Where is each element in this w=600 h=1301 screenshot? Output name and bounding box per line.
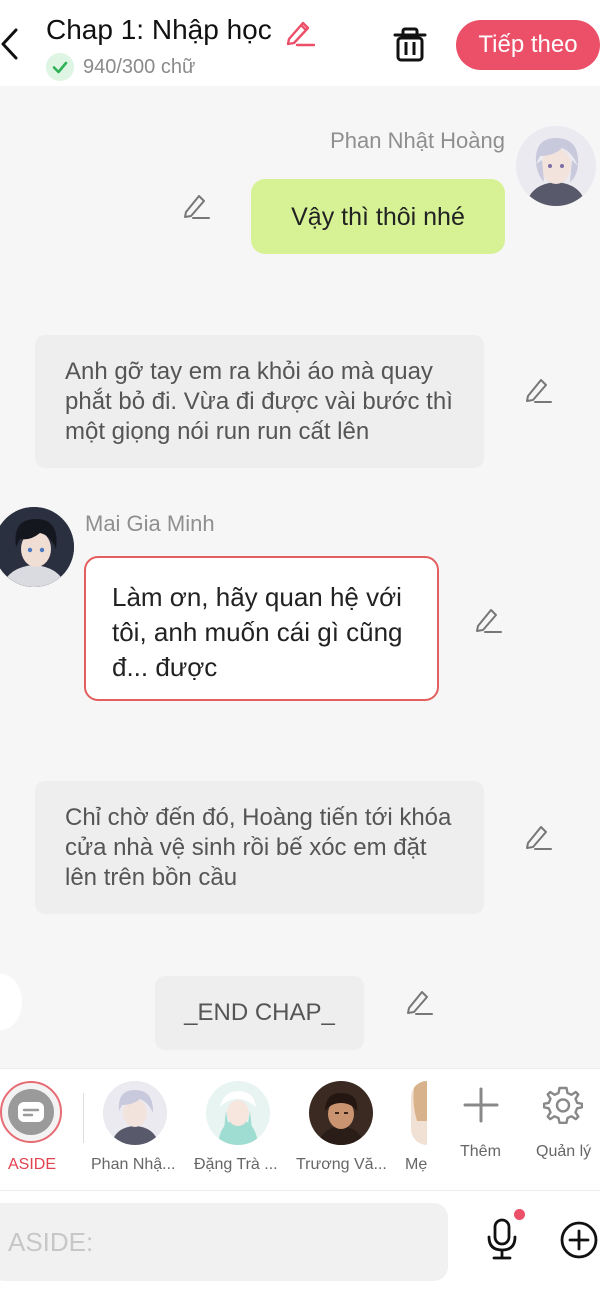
- character-label: Đặng Trà ...: [194, 1156, 278, 1173]
- avatar-mai-gia-minh[interactable]: [0, 507, 74, 587]
- edit-pencil-icon[interactable]: [523, 821, 553, 851]
- trash-icon[interactable]: [392, 26, 428, 64]
- chat-area: Phan Nhật Hoàng Vậy thì thôi nhé Anh gỡ …: [0, 86, 600, 1068]
- edit-pencil-icon[interactable]: [523, 374, 553, 404]
- settings-gear-icon[interactable]: [543, 1085, 583, 1125]
- narration-bubble[interactable]: Anh gỡ tay em ra khỏi áo mà quay phắt bỏ…: [35, 335, 484, 468]
- character-avatar-dang-tra[interactable]: [206, 1081, 270, 1145]
- top-bar: Chap 1: Nhập học 940/300 chữ Tiếp theo: [0, 0, 600, 86]
- microphone-icon[interactable]: [482, 1217, 522, 1261]
- chapter-title[interactable]: Chap 1: Nhập học: [46, 14, 272, 46]
- narration-bubble[interactable]: Chỉ chờ đến đó, Hoàng tiến tới khóa cửa …: [35, 781, 484, 914]
- add-character-plus-icon[interactable]: [461, 1085, 501, 1125]
- divider: [83, 1093, 84, 1143]
- edit-pencil-icon[interactable]: [404, 986, 434, 1016]
- partial-avatar: [0, 974, 22, 1030]
- manage-label[interactable]: Quản lý: [536, 1143, 591, 1161]
- end-chapter-bubble[interactable]: _END CHAP_: [155, 976, 364, 1050]
- add-circle-icon[interactable]: [559, 1220, 599, 1260]
- add-character-label[interactable]: Thêm: [460, 1143, 501, 1161]
- sender-name: Phan Nhật Hoàng: [330, 128, 505, 153]
- character-avatar-truong[interactable]: [309, 1081, 373, 1145]
- aside-icon: [8, 1089, 54, 1135]
- character-label: Trương Vă...: [296, 1156, 387, 1173]
- message-bubble-right[interactable]: Vậy thì thôi nhé: [251, 179, 505, 254]
- next-chapter-button[interactable]: Tiếp theo: [456, 20, 600, 70]
- input-bar: [0, 1190, 600, 1301]
- character-avatar-me[interactable]: [411, 1081, 427, 1145]
- recording-dot: [514, 1209, 525, 1220]
- avatar-phan-nhat-hoang[interactable]: [516, 126, 596, 206]
- character-label: Mẹ: [405, 1156, 427, 1173]
- edit-pencil-icon[interactable]: [473, 604, 503, 634]
- character-selector: ASIDE Phan Nhậ... Đặng Trà ... Trương Vă…: [0, 1068, 600, 1190]
- back-chevron-icon[interactable]: [0, 24, 22, 64]
- message-input[interactable]: [0, 1203, 448, 1281]
- aside-label: ASIDE: [8, 1156, 57, 1173]
- character-label: Phan Nhậ...: [91, 1156, 176, 1173]
- edit-pencil-icon[interactable]: [181, 190, 211, 220]
- check-circle-icon: [46, 53, 74, 81]
- title-edit-pencil-icon[interactable]: [283, 17, 315, 47]
- word-count: 940/300 chữ: [83, 56, 196, 78]
- aside-selector[interactable]: [0, 1081, 62, 1143]
- character-avatar-phan[interactable]: [103, 1081, 167, 1145]
- message-bubble-left[interactable]: Làm ơn, hãy quan hệ với tôi, anh muốn cá…: [84, 556, 439, 701]
- sender-name: Mai Gia Minh: [85, 511, 215, 536]
